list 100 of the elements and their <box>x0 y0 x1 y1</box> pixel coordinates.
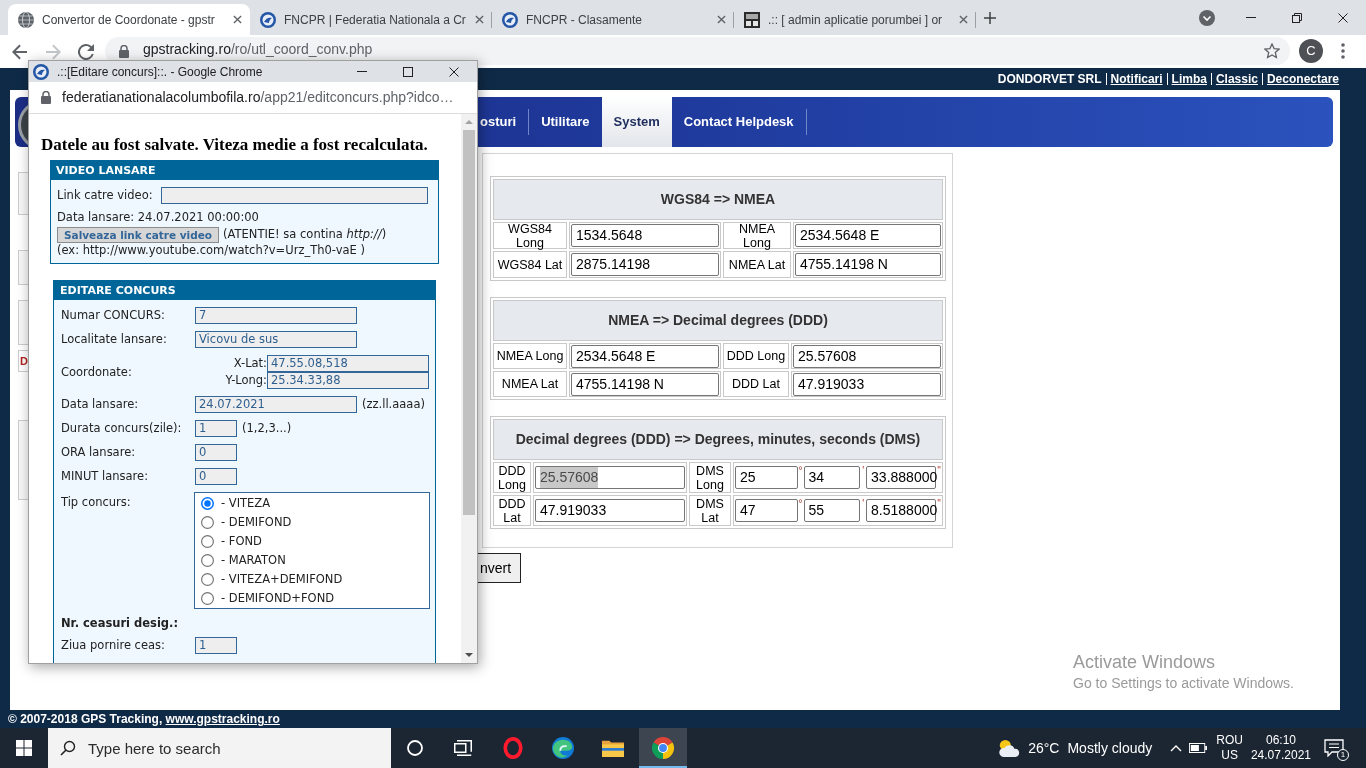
menu-item[interactable]: Utilitare <box>529 97 602 147</box>
hollow-circle-icon <box>407 740 423 756</box>
text-input[interactable]: 0 <box>195 444 237 462</box>
restore-icon[interactable] <box>1292 12 1302 23</box>
input-field[interactable]: 55 <box>803 499 861 522</box>
activation-text: Go to Settings to activate Windows. <box>1073 674 1294 692</box>
row-label: DMS Long <box>689 462 731 493</box>
input-field[interactable]: 4755.14198 N <box>571 372 719 396</box>
maximize-icon[interactable] <box>403 66 413 77</box>
text-input[interactable]: Vicovu de sus <box>195 331 357 349</box>
top-link[interactable]: Deconectare <box>1266 70 1339 88</box>
menu-item[interactable]: System <box>601 97 672 147</box>
notification-icon[interactable] <box>1324 739 1344 757</box>
input-field[interactable]: 47.919033 <box>793 372 941 396</box>
video-link-input[interactable] <box>160 187 428 204</box>
browser-tab[interactable]: .:: [ admin aplicatie porumbei ] or <box>734 4 976 35</box>
field-label: Y-Long: <box>224 372 267 390</box>
input-field[interactable]: 1534.5648 <box>571 224 719 247</box>
status-message: Datele au fost salvate. Viteza medie a fost recalculata. <box>41 135 429 155</box>
footer-link[interactable]: www.gpstracking.ro <box>165 712 280 726</box>
clock-time[interactable]: 06:10 <box>1265 733 1296 748</box>
unit-mark: ' <box>861 466 866 476</box>
sphere-icon <box>18 11 34 28</box>
field-label: Durata concurs(zile): <box>61 420 183 438</box>
radio-button[interactable] <box>201 497 214 511</box>
close-icon[interactable] <box>233 15 242 24</box>
field-label: Numar CONCURS: <box>61 307 166 325</box>
input-field[interactable]: 25.57608 <box>535 466 685 489</box>
address-field[interactable]: gpstracking.ro/ro/utl_coord_conv.php <box>105 37 1290 65</box>
radio-button[interactable] <box>201 573 214 587</box>
text-input[interactable]: 47.55.08,518 <box>267 355 429 373</box>
radio-label: - DEMIFOND+FOND <box>221 590 335 608</box>
input-field[interactable]: 4755.14198 N <box>795 253 941 276</box>
swirl-logo-icon <box>552 737 574 759</box>
temperature-text: 26°C <box>1028 738 1060 758</box>
four-panes-icon[interactable] <box>16 740 32 756</box>
radio-button[interactable] <box>201 592 214 606</box>
taskbar-button[interactable] <box>639 728 687 768</box>
text-input[interactable]: 0 <box>195 468 237 486</box>
profile-avatar[interactable]: C <box>1299 39 1323 63</box>
close-icon[interactable] <box>1338 12 1348 23</box>
scrollbar-thumb[interactable] <box>463 130 475 515</box>
top-link[interactable]: Notificari <box>1110 70 1163 88</box>
clock-date[interactable]: 24.07.2021 <box>1250 748 1311 763</box>
radio-label: - DEMIFOND <box>221 514 292 532</box>
save-link-button[interactable]: Salveaza link catre video <box>57 226 220 243</box>
plus-icon[interactable] <box>984 11 996 24</box>
chevron-up-icon[interactable] <box>1170 744 1183 752</box>
caret-circle-icon[interactable] <box>1199 9 1215 26</box>
task-view-icon <box>454 740 472 756</box>
scrollbar[interactable] <box>461 114 477 663</box>
cloud-sun-icon <box>997 739 1022 757</box>
kebab-menu-icon[interactable] <box>1341 43 1345 59</box>
text-input[interactable]: 24.07.2021 <box>195 396 357 414</box>
convert-button[interactable]: nvert <box>477 553 521 583</box>
input-field[interactable]: 2875.14198 <box>571 253 719 276</box>
top-link[interactable]: Classic <box>1215 70 1258 88</box>
radio-label: - VITEZA <box>221 495 271 513</box>
round-emblem-icon <box>260 11 276 28</box>
input-field[interactable]: 25 <box>735 466 798 489</box>
radio-label: - MARATON <box>221 552 286 570</box>
browser-tab[interactable]: FNCPR - Clasamente <box>492 4 734 35</box>
radio-button[interactable] <box>201 554 214 568</box>
language-text[interactable]: ROU <box>1216 733 1243 748</box>
text-input[interactable]: 1 <box>195 637 237 655</box>
radio-button[interactable] <box>201 535 214 549</box>
back-arrow-icon[interactable] <box>12 44 28 60</box>
text-input[interactable]: 1 <box>195 420 237 438</box>
text-input[interactable]: 25.34.33,88 <box>267 372 429 390</box>
star-icon[interactable] <box>1264 43 1280 59</box>
input-field[interactable]: 33.888000 <box>866 466 937 489</box>
format-hint: (zz.ll.aaaa) <box>362 396 425 414</box>
top-link[interactable]: Limba <box>1171 70 1207 88</box>
row-label: WGS84 Lat <box>493 251 567 278</box>
unit-mark: " <box>937 466 942 476</box>
field-label: Tip concurs: <box>61 494 132 512</box>
weather-text: Mostly cloudy <box>1067 738 1153 758</box>
close-icon[interactable] <box>449 66 459 77</box>
square-emblem-icon <box>744 11 760 28</box>
menu-item[interactable]: Contact Helpdesk <box>671 97 806 147</box>
reload-icon[interactable] <box>78 44 94 60</box>
input-field[interactable]: 47 <box>735 499 798 522</box>
row-label: DMS Lat <box>689 495 731 526</box>
round-emblem-icon <box>502 11 518 28</box>
battery-icon[interactable] <box>1189 743 1208 753</box>
text-input[interactable]: 7 <box>195 307 357 325</box>
input-field[interactable]: 34 <box>803 466 861 489</box>
radio-button[interactable] <box>201 516 214 530</box>
input-field[interactable]: 47.919033 <box>535 499 685 522</box>
input-field[interactable]: 25.57608 <box>793 344 941 368</box>
browser-tab[interactable]: FNCPR | Federatia Nationala a Cr <box>250 4 492 35</box>
input-field[interactable]: 8.5188000 <box>866 499 937 522</box>
activation-title: Activate Windows <box>1073 651 1217 674</box>
browser-tab[interactable]: Convertor de Coordonate - gpstr <box>8 4 250 35</box>
scroll-down-icon[interactable] <box>465 653 473 657</box>
input-field[interactable]: 2534.5648 E <box>795 224 941 247</box>
search-field[interactable]: Type here to search <box>48 728 391 768</box>
keyboard-text[interactable]: US <box>1221 748 1238 763</box>
input-field[interactable]: 2534.5648 E <box>571 344 719 368</box>
lock-icon <box>119 44 129 58</box>
